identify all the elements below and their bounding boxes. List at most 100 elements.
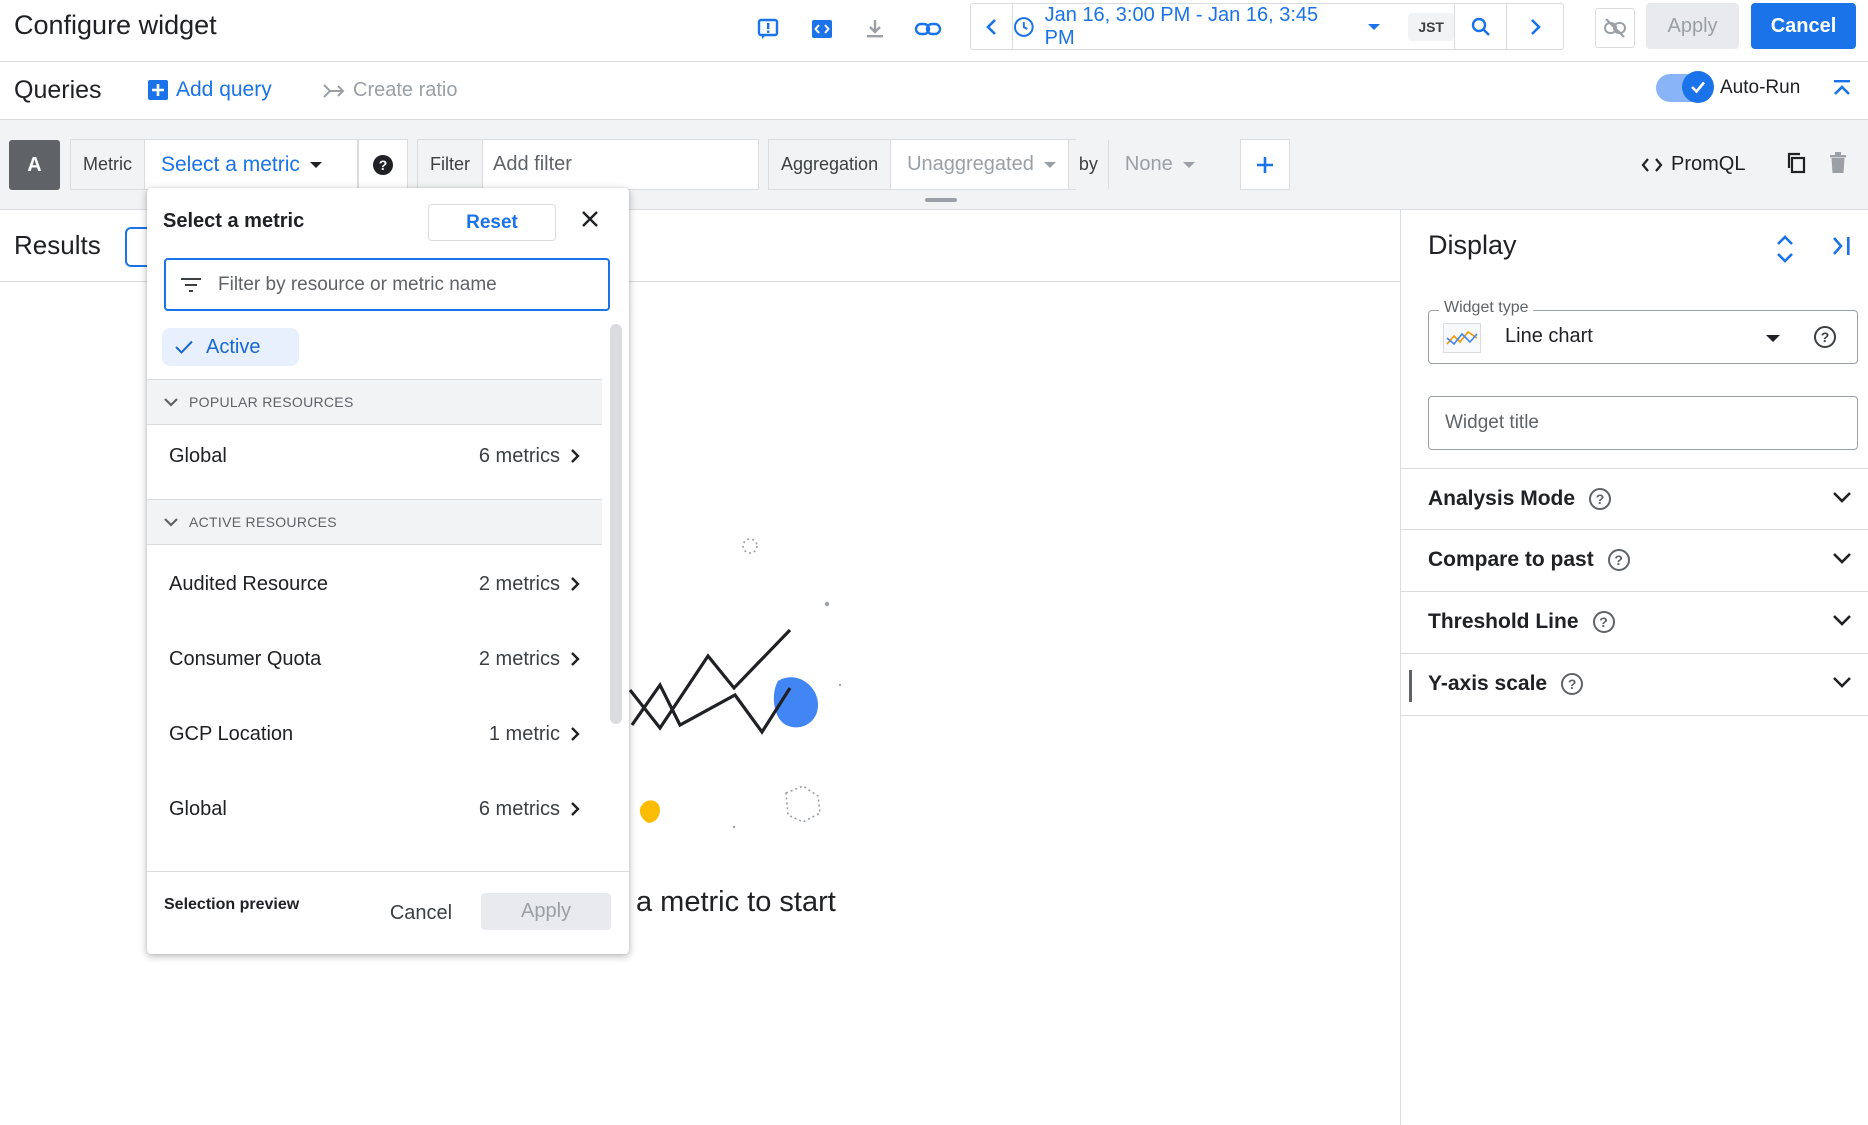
list-item[interactable]: Consumer Quota 2 metrics bbox=[147, 628, 602, 690]
time-range-navigator: Jan 16, 3:00 PM - Jan 16, 3:45 PM JST bbox=[970, 3, 1564, 50]
analysis-mode-label: Analysis Mode bbox=[1428, 487, 1576, 510]
selection-preview-label: Selection preview bbox=[164, 896, 300, 913]
filter-input[interactable]: Add filter bbox=[483, 153, 572, 176]
create-ratio-button[interactable]: Create ratio bbox=[323, 79, 458, 102]
queries-bar: Queries Add query Create ratio Auto-Run bbox=[0, 62, 1868, 120]
popular-resources-header[interactable]: POPULAR RESOURCES bbox=[147, 379, 602, 425]
metric-select[interactable]: Select a metric bbox=[145, 153, 322, 177]
widget-type-select[interactable]: Widget type Line chart ? bbox=[1428, 299, 1858, 364]
active-resources-header[interactable]: ACTIVE RESOURCES bbox=[147, 499, 602, 545]
feedback-icon[interactable] bbox=[752, 13, 784, 45]
query-letter-badge[interactable]: A bbox=[9, 140, 60, 190]
chevron-down-icon bbox=[1833, 492, 1851, 503]
promql-label: PromQL bbox=[1671, 153, 1746, 175]
resize-handle[interactable] bbox=[925, 198, 957, 202]
widget-type-label: Widget type bbox=[1439, 299, 1534, 317]
metric-help-button[interactable]: ? bbox=[358, 139, 408, 190]
download-icon[interactable] bbox=[859, 13, 891, 45]
metric-select-value: Select a metric bbox=[161, 152, 300, 176]
analysis-mode-section[interactable]: Analysis Mode ? bbox=[1401, 468, 1868, 530]
chevron-down-icon bbox=[1833, 553, 1851, 564]
help-outline-icon[interactable]: ? bbox=[1561, 673, 1584, 695]
code-view-icon[interactable] bbox=[806, 13, 838, 45]
metric-filter-input[interactable]: Filter by resource or metric name bbox=[164, 258, 610, 311]
apply-button[interactable]: Apply bbox=[1646, 3, 1739, 49]
add-operation-button[interactable] bbox=[1240, 139, 1290, 190]
cancel-button[interactable]: Cancel bbox=[1751, 3, 1856, 49]
threshold-line-section[interactable]: Threshold Line ? bbox=[1401, 592, 1868, 654]
help-icon: ? bbox=[373, 154, 393, 175]
widget-title-input[interactable]: Widget title bbox=[1445, 412, 1539, 434]
chevron-down-icon bbox=[1368, 23, 1381, 30]
section-label: Y-axis scale ? bbox=[1428, 672, 1584, 696]
add-query-button[interactable]: Add query bbox=[148, 78, 272, 102]
disable-sync-button[interactable] bbox=[1595, 8, 1635, 48]
section-label: Analysis Mode ? bbox=[1428, 487, 1612, 511]
threshold-line-label: Threshold Line bbox=[1428, 610, 1579, 633]
scrollbar[interactable] bbox=[610, 324, 622, 724]
metric-count: 1 metric bbox=[488, 722, 560, 745]
time-forward-button[interactable] bbox=[1507, 4, 1563, 49]
display-title: Display bbox=[1428, 230, 1517, 260]
by-label: by bbox=[1068, 140, 1109, 189]
chevron-down-icon bbox=[1182, 161, 1195, 168]
collapse-up-icon[interactable] bbox=[1831, 78, 1853, 100]
chevron-down-icon bbox=[164, 518, 178, 527]
section-label: Threshold Line ? bbox=[1428, 610, 1615, 634]
link-icon[interactable] bbox=[912, 13, 944, 45]
dropdown-footer: Selection preview Cancel Apply bbox=[147, 871, 629, 954]
zoom-icon bbox=[1471, 17, 1490, 36]
expand-collapse-icon[interactable] bbox=[1774, 232, 1796, 266]
active-filter-chip[interactable]: Active bbox=[162, 328, 299, 366]
svg-text:?: ? bbox=[379, 157, 388, 173]
resource-name: Global bbox=[169, 444, 227, 467]
group-by-select[interactable]: None bbox=[1109, 153, 1195, 176]
list-item[interactable]: Global 6 metrics bbox=[147, 778, 602, 840]
help-outline-icon[interactable]: ? bbox=[1607, 549, 1630, 571]
dropdown-cancel-button[interactable]: Cancel bbox=[381, 896, 461, 930]
chevron-down-icon bbox=[1833, 615, 1851, 626]
promql-button[interactable]: PromQL bbox=[1641, 153, 1745, 176]
aggregation-select[interactable]: Unaggregated bbox=[891, 140, 1069, 189]
delete-icon[interactable] bbox=[1828, 152, 1848, 174]
check-icon bbox=[175, 340, 193, 354]
autorun-toggle[interactable]: Auto-Run bbox=[1656, 71, 1801, 103]
chevron-right-icon bbox=[571, 577, 580, 591]
help-outline-icon[interactable]: ? bbox=[1592, 611, 1615, 633]
list-item[interactable]: Audited Resource 2 metrics bbox=[147, 553, 602, 615]
widget-title-field[interactable]: Widget title bbox=[1428, 396, 1858, 450]
close-icon[interactable] bbox=[579, 208, 601, 230]
metric-selector[interactable]: Metric Select a metric bbox=[70, 139, 358, 190]
filter-label: Filter bbox=[418, 140, 483, 189]
time-range-picker[interactable]: Jan 16, 3:00 PM - Jan 16, 3:45 PM JST bbox=[1013, 4, 1455, 49]
toggle-switch[interactable] bbox=[1656, 71, 1714, 103]
timezone-badge[interactable]: JST bbox=[1408, 12, 1454, 41]
close-panel-icon[interactable] bbox=[1831, 234, 1853, 258]
filter-field[interactable]: Filter Add filter bbox=[417, 139, 759, 190]
list-item[interactable]: Global 6 metrics bbox=[147, 425, 602, 487]
chevron-right-icon bbox=[571, 652, 580, 666]
top-bar: Configure widget Jan 16, 3:00 PM - Jan 1… bbox=[0, 0, 1868, 62]
page-title: Configure widget bbox=[14, 10, 217, 40]
duplicate-icon[interactable] bbox=[1785, 152, 1807, 174]
help-outline-icon[interactable]: ? bbox=[1589, 488, 1612, 510]
compare-to-past-section[interactable]: Compare to past ? bbox=[1401, 530, 1868, 592]
autorun-label: Auto-Run bbox=[1720, 77, 1801, 98]
dropdown-apply-button[interactable]: Apply bbox=[481, 893, 611, 930]
compare-to-past-label: Compare to past bbox=[1428, 548, 1594, 571]
clock-icon bbox=[1013, 16, 1034, 37]
reset-button[interactable]: Reset bbox=[428, 204, 556, 241]
list-item[interactable]: GCP Location 1 metric bbox=[147, 703, 602, 765]
section-header-label: ACTIVE RESOURCES bbox=[189, 514, 337, 530]
chevron-right-icon bbox=[571, 449, 580, 463]
results-label: Results bbox=[14, 230, 101, 260]
y-axis-scale-section[interactable]: Y-axis scale ? bbox=[1401, 654, 1868, 716]
zoom-button[interactable] bbox=[1455, 4, 1507, 49]
help-outline-icon[interactable]: ? bbox=[1813, 325, 1837, 349]
metric-count: 6 metrics bbox=[478, 444, 560, 467]
chevron-down-icon bbox=[164, 398, 178, 407]
empty-state-text: a metric to start bbox=[636, 886, 836, 918]
time-back-button[interactable] bbox=[971, 4, 1013, 49]
create-ratio-label: Create ratio bbox=[353, 79, 458, 101]
filter-placeholder: Filter by resource or metric name bbox=[218, 273, 497, 295]
